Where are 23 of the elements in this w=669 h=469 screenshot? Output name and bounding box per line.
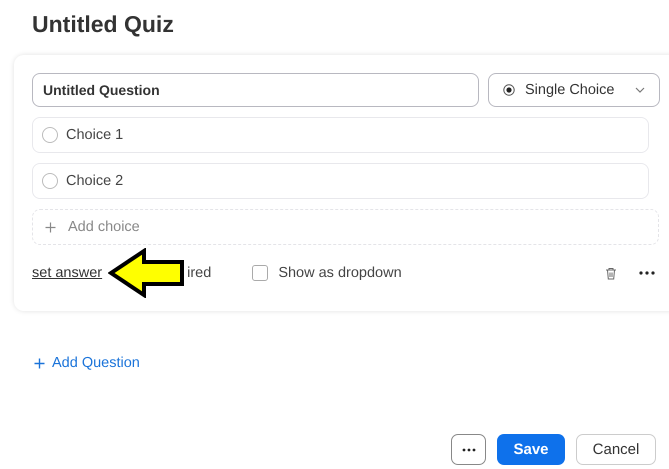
add-choice-button[interactable]: Add choice <box>32 209 659 245</box>
add-question-button[interactable]: Add Question <box>34 355 140 371</box>
checkbox[interactable] <box>252 265 268 281</box>
choice-field[interactable]: Choice 2 <box>32 163 649 199</box>
plus-icon <box>34 358 45 368</box>
required-label: ired <box>187 265 212 281</box>
question-field[interactable]: Untitled Question <box>32 73 479 107</box>
trash-icon[interactable] <box>605 266 617 280</box>
quiz-title: Untitled Quiz <box>32 10 174 39</box>
more-button[interactable] <box>451 434 486 465</box>
more-options-icon[interactable] <box>639 271 655 275</box>
question-type-dropdown[interactable]: Single Choice <box>488 73 660 107</box>
radio-icon <box>503 84 515 96</box>
cancel-button[interactable]: Cancel <box>576 434 656 465</box>
radio-button[interactable] <box>42 127 58 143</box>
radio-button[interactable] <box>42 173 58 189</box>
checkbox-label: Show as dropdown <box>278 265 402 281</box>
choice-field[interactable]: Choice 1 <box>32 117 649 153</box>
set-answer-link[interactable]: set answer <box>32 265 102 281</box>
save-button[interactable]: Save <box>497 434 565 465</box>
plus-icon <box>45 222 56 232</box>
chevron-down-icon <box>635 87 645 93</box>
more-icon <box>462 448 476 452</box>
